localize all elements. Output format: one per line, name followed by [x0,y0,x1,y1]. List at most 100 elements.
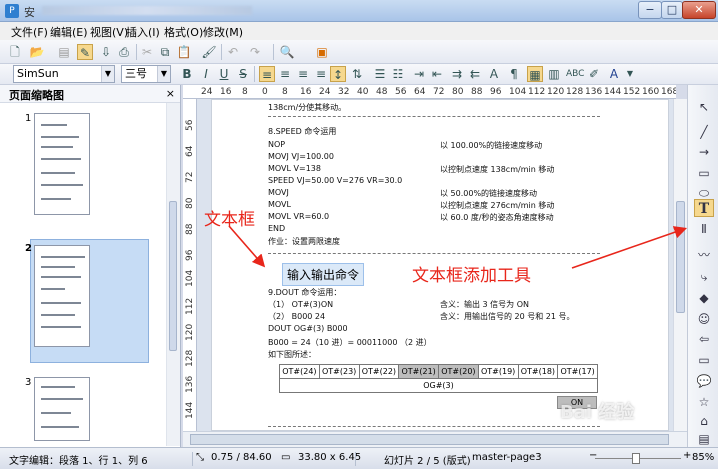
panel-scroll-thumb[interactable] [169,201,177,351]
chevron-down-icon[interactable]: ▼ [157,66,170,82]
slide-thumbnail-3[interactable] [34,377,90,441]
format-paintbrush-icon[interactable]: 🖌 [201,44,217,60]
slide-show-icon[interactable]: ▣ [314,44,330,60]
bold-button[interactable]: B [179,66,195,82]
right-to-left-icon[interactable]: ⇇ [467,66,483,82]
flowchart-icon[interactable]: ▭ [694,351,714,369]
status-position: 0.75 / 84.60 [211,452,272,463]
selected-text-box[interactable]: 输入输出命令 [282,263,365,286]
line-spacing-icon[interactable]: ↕ [330,66,346,82]
menu-view[interactable]: 视图(V) [90,24,128,40]
font-size-value: 三号 [125,67,147,80]
line-tool-icon[interactable]: ╱ [694,123,714,141]
paragraph-spacing-icon[interactable]: ⇅ [349,66,365,82]
redo-icon[interactable]: ↷ [247,44,263,60]
rectangle-tool-icon[interactable]: ▭ [694,164,714,182]
paragraph-icon[interactable]: ¶ [506,66,522,82]
block-arrows-icon[interactable]: ⇦ [694,330,714,348]
curve-tool-icon[interactable]: 〰 [694,246,714,264]
status-size-icon: ▭ [281,452,291,463]
dashed-divider [268,253,600,254]
underline-button[interactable]: U [216,66,232,82]
status-master: master-page3 [472,452,542,463]
left-to-right-icon[interactable]: ⇉ [449,66,465,82]
doc-line: 以 100.00%的链接速度移动 [440,141,543,150]
align-left-icon[interactable]: ≡ [259,66,275,82]
vertical-text-tool-icon[interactable]: Ⅱ [694,220,714,238]
open-folder-icon[interactable]: 📂 [29,44,45,60]
table-cell: OT#(24) [279,364,320,379]
vertical-text-icon[interactable]: ▥ [546,66,562,82]
copy-icon[interactable]: ⧉ [157,44,173,60]
format-toolbar: SimSun ▼ 三号 ▼ B I U S ≡ ≡ ≡ ≡ ↕ ⇅ ☰ ☷ ⇥ … [0,64,718,85]
paste-icon[interactable]: 📋 [176,44,192,60]
symbol-shapes-icon[interactable]: ☺ [694,310,714,328]
doc-line: B000 = 24（10 进）= 00011000 （2 进） [268,338,432,347]
status-size: 33.80 x 6.45 [298,452,362,463]
window-title: 安 [24,6,35,19]
chevron-down-icon[interactable]: ▼ [101,66,114,82]
menu-format[interactable]: 格式(O) [164,24,203,40]
slide-thumbnail-panel: 页面缩略图 × 1 2 3 [0,85,181,447]
text-box-tool-icon[interactable]: T [694,199,714,217]
menu-edit[interactable]: 编辑(E) [50,24,88,40]
italic-button[interactable]: I [198,66,214,82]
align-right-icon[interactable]: ≡ [295,66,311,82]
decrease-indent-icon[interactable]: ⇤ [429,66,445,82]
cut-icon[interactable]: ✂ [139,44,155,60]
scroll-thumb[interactable] [190,434,669,445]
zoom-icon[interactable]: 🔍 [279,44,295,60]
menu-file[interactable]: 文件(F) [11,24,48,40]
edit-file-icon[interactable]: ✎ [77,44,93,60]
numbering-icon[interactable]: ☷ [390,66,406,82]
character-icon[interactable]: Ａ [486,66,502,82]
menu-modify[interactable]: 修改(M) [203,24,243,40]
connector-tool-icon[interactable]: ⤷ [694,268,714,286]
table-cell-highlighted: OT#(20) [438,364,479,379]
increase-indent-icon[interactable]: ⇥ [411,66,427,82]
stars-icon[interactable]: ☆ [694,393,714,411]
chevron-down-icon[interactable]: ▼ [622,66,638,82]
vertical-scrollbar[interactable] [673,99,687,431]
maximize-button[interactable]: □ [661,1,683,19]
callout-icon[interactable]: 💬 [694,372,714,390]
save-icon[interactable]: ▤ [56,44,72,60]
close-button[interactable]: ✕ [682,1,716,19]
horizontal-scrollbar[interactable] [183,431,687,447]
font-size-combo[interactable]: 三号 ▼ [121,65,171,83]
doc-line: （2） B000 24 [268,312,326,321]
minimize-button[interactable]: − [638,1,662,19]
text-frame-icon[interactable]: ▦ [527,66,543,82]
doc-line: MOVL V=138 [268,164,321,173]
export-pdf-icon[interactable]: ⇩ [98,44,114,60]
zoom-out-icon[interactable]: − [589,450,597,461]
align-center-icon[interactable]: ≡ [277,66,293,82]
doc-line: 8.SPEED 命令运用 [268,127,337,136]
menu-insert[interactable]: 插入(I) [126,24,160,40]
undo-icon[interactable]: ↶ [225,44,241,60]
font-name-combo[interactable]: SimSun ▼ [13,65,115,83]
dashed-divider [268,116,600,117]
arrow-line-icon[interactable]: → [694,143,714,161]
zoom-slider-knob[interactable] [632,453,640,464]
print-icon[interactable]: ⎙ [116,44,132,60]
gallery-icon[interactable]: ▤ [694,430,714,448]
doc-line: MOVL VR=60.0 [268,212,330,221]
bullets-icon[interactable]: ☰ [372,66,388,82]
close-icon[interactable]: × [166,87,175,100]
slide-thumbnail-2[interactable] [34,245,90,347]
font-color-icon[interactable]: A [606,66,622,82]
new-document-icon[interactable]: 🗋 [7,44,23,60]
status-position-icon: ⤡ [196,452,204,463]
basic-shapes-icon[interactable]: ◆ [694,289,714,307]
justify-icon[interactable]: ≡ [313,66,329,82]
strikethrough-button[interactable]: S [235,66,251,82]
annotation-text-box-tool-label: 文本框添加工具 [412,266,531,286]
spellcheck-icon[interactable]: ABC [566,66,584,82]
select-pointer-icon[interactable]: ↖ [694,98,714,116]
highlight-icon[interactable]: ✐ [586,66,602,82]
scroll-thumb[interactable] [676,201,685,313]
points-tool-icon[interactable]: ⌂ [694,412,714,430]
slide-thumbnail-1[interactable] [34,113,90,215]
zoom-in-icon[interactable]: + [683,450,691,461]
